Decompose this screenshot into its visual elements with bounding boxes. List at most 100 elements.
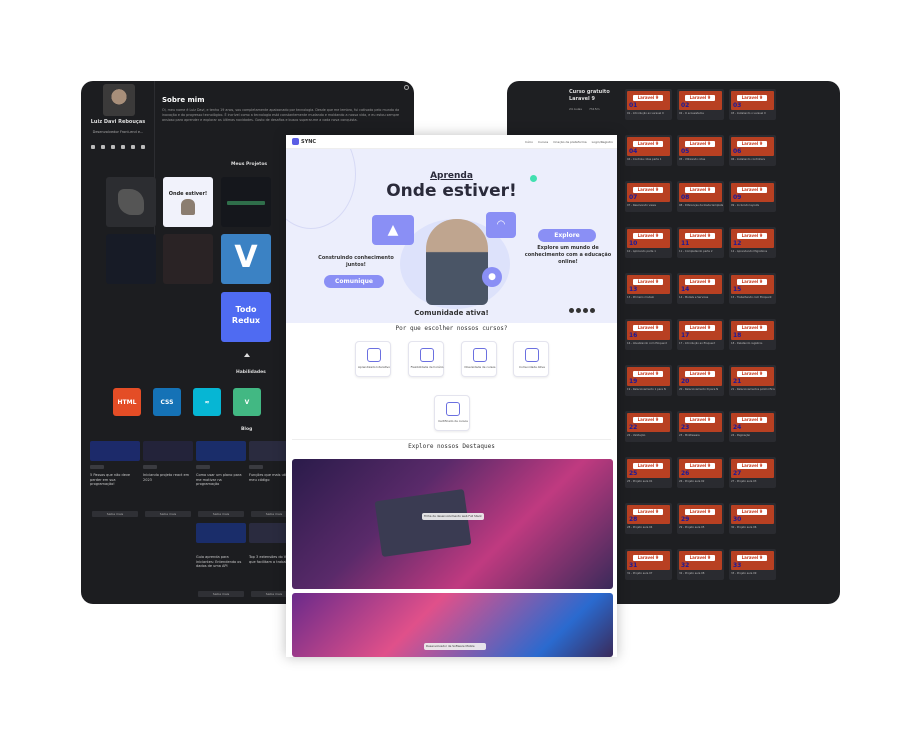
lesson-card[interactable]: Laravel 9 12 12 - Aprendendo Migrations (729, 227, 776, 258)
lesson-title: 02 - O ecossistema (679, 112, 704, 115)
lesson-number: 04 (629, 148, 638, 155)
read-more-button[interactable]: Saiba mais (145, 511, 191, 517)
lesson-title: 31 - Projeto aula 07 (627, 572, 653, 575)
lesson-number: 28 (629, 516, 638, 523)
portfolio-showcase: Luiz Davi Rebouças Desenvolvedor Front-e… (0, 0, 921, 739)
lesson-card[interactable]: Laravel 9 08 08 - Diferenças de blade temp… (677, 181, 724, 212)
highlight-image[interactable]: Desenvolvedor de Software Mobile (292, 593, 613, 657)
lesson-card[interactable]: Laravel 9 32 32 - Projeto aula 08 (677, 549, 724, 580)
highlight-image[interactable]: Trilha de desenvolvimento web Full Stack (292, 459, 613, 589)
lesson-card[interactable]: Laravel 9 15 15 - Trabalhando com Eloquent (729, 273, 776, 304)
lesson-card[interactable]: Laravel 9 24 24 - Paginação (729, 411, 776, 442)
chevron-up-icon[interactable] (244, 353, 250, 357)
avatar (103, 84, 135, 116)
facebook-icon[interactable] (576, 308, 581, 313)
lesson-card[interactable]: Laravel 9 06 06 - Instalando controllers (729, 135, 776, 166)
blog-cover[interactable] (196, 441, 246, 461)
instagram-icon[interactable] (569, 308, 574, 313)
lesson-card[interactable]: Laravel 9 04 04 - Controle rotas parte 1 (625, 135, 672, 166)
project-card-title: Onde estiver! (168, 191, 208, 197)
lesson-card[interactable]: Laravel 9 01 01 - Introdução ao Laravel 9 (625, 89, 672, 120)
lesson-card[interactable]: Laravel 9 31 31 - Projeto aula 07 (625, 549, 672, 580)
read-more-button[interactable]: Saiba mais (198, 591, 244, 597)
read-more-button[interactable]: Saiba mais (198, 511, 244, 517)
lesson-card[interactable]: Laravel 9 26 26 - Projeto aula 02 (677, 457, 724, 488)
lesson-card[interactable]: Laravel 9 20 20 - Relacionamento N para N (677, 365, 724, 396)
lesson-card[interactable]: Laravel 9 13 13 - Primeiro modelo (625, 273, 672, 304)
lesson-card[interactable]: Laravel 9 16 16 - Atualizando com Eloquent (625, 319, 672, 350)
feature-card: Flexibilidade de horário (408, 341, 444, 377)
explore-button[interactable]: Explore (538, 229, 596, 242)
lesson-number: 06 (733, 148, 742, 155)
lesson-card[interactable]: Laravel 9 18 18 - Deletando registros (729, 319, 776, 350)
todo-redux-card[interactable]: Todo Redux (221, 292, 271, 342)
theme-toggle-icon[interactable] (404, 85, 409, 90)
blog-cover[interactable] (196, 523, 246, 543)
nav-item-courses[interactable]: Cursos (538, 140, 548, 144)
lesson-card[interactable]: Laravel 9 07 07 - Resolvendo views (625, 181, 672, 212)
logo[interactable]: SYNC (292, 138, 316, 145)
lesson-course-label: Laravel 9 (685, 463, 715, 469)
lesson-course-label: Laravel 9 (737, 233, 767, 239)
lesson-card[interactable]: Laravel 9 29 29 - Projeto aula 05 (677, 503, 724, 534)
about-title: Sobre mim (162, 96, 205, 104)
lesson-title: 26 - Projeto aula 02 (679, 480, 705, 483)
email-icon[interactable] (91, 145, 95, 149)
lesson-number: 21 (733, 378, 742, 385)
lesson-card[interactable]: Laravel 9 17 17 - Introdução ao Eloquent (677, 319, 724, 350)
blog-cover[interactable] (143, 441, 193, 461)
hero-headline: Onde estiver! (386, 181, 517, 201)
lesson-title: 24 - Paginação (731, 434, 751, 437)
lesson-card[interactable]: Laravel 9 14 14 - Models e Services (677, 273, 724, 304)
linkedin-icon[interactable] (121, 145, 125, 149)
lesson-course-label: Laravel 9 (737, 509, 767, 515)
lesson-card[interactable]: Laravel 9 28 28 - Projeto aula 04 (625, 503, 672, 534)
lesson-card[interactable]: Laravel 9 25 25 - Projeto aula 01 (625, 457, 672, 488)
lesson-number: 27 (733, 470, 742, 477)
lesson-title: 07 - Resolvendo views (627, 204, 656, 207)
lesson-card[interactable]: Laravel 9 33 33 - Projeto aula 09 (729, 549, 776, 580)
lesson-card[interactable]: Laravel 9 03 03 - Instalando o Laravel 9 (729, 89, 776, 120)
nav-item-platform[interactable]: Criação de plataforma (553, 140, 586, 144)
communicate-button[interactable]: Comunique (324, 275, 384, 288)
lesson-card[interactable]: Laravel 9 05 05 - Utilizando rotas (677, 135, 724, 166)
twitter-icon[interactable] (583, 308, 588, 313)
lesson-card[interactable]: Laravel 9 27 27 - Projeto aula 03 (729, 457, 776, 488)
github-icon[interactable] (111, 145, 115, 149)
lesson-card[interactable]: Laravel 9 10 10 - Aplicando parte 1 (625, 227, 672, 258)
course-name: Laravel 9 (569, 96, 595, 102)
project-card[interactable] (163, 234, 213, 284)
lesson-card[interactable]: Laravel 9 30 30 - Projeto aula 06 (729, 503, 776, 534)
blog-cover[interactable] (90, 441, 140, 461)
lesson-title: 33 - Projeto aula 09 (731, 572, 757, 575)
project-card[interactable] (106, 234, 156, 284)
phone-icon[interactable] (101, 145, 105, 149)
project-card[interactable] (221, 177, 271, 227)
nav-item-home[interactable]: Início (525, 140, 533, 144)
lesson-course-label: Laravel 9 (685, 325, 715, 331)
instagram-icon[interactable] (131, 145, 135, 149)
lesson-title: 09 - Incluindo layouts (731, 204, 759, 207)
lesson-card[interactable]: Laravel 9 19 19 - Relacionamento 1 para N (625, 365, 672, 396)
css-icon: CSS (153, 388, 181, 416)
lesson-card[interactable]: Laravel 9 21 21 - Relacionamentos polimórf… (729, 365, 776, 396)
lesson-course-label: Laravel 9 (633, 417, 663, 423)
project-card[interactable]: V (221, 234, 271, 284)
lesson-number: 22 (629, 424, 638, 431)
lesson-card[interactable]: Laravel 9 02 02 - O ecossistema (677, 89, 724, 120)
lesson-card[interactable]: Laravel 9 11 11 - Completando parte 2 (677, 227, 724, 258)
project-card[interactable] (106, 177, 156, 227)
lesson-card[interactable]: Laravel 9 22 22 - Validação (625, 411, 672, 442)
nav-item-login[interactable]: Login/Registro (592, 140, 613, 144)
lesson-course-label: Laravel 9 (633, 325, 663, 331)
project-card[interactable]: Onde estiver! (163, 177, 213, 227)
read-more-button[interactable]: Saiba mais (92, 511, 138, 517)
lesson-card[interactable]: Laravel 9 23 23 - Middleware (677, 411, 724, 442)
lightbulb-icon: ● (482, 267, 502, 287)
course-label: Curso gratuito (569, 89, 610, 95)
lesson-number: 23 (681, 424, 690, 431)
lesson-card[interactable]: Laravel 9 09 09 - Incluindo layouts (729, 181, 776, 212)
youtube-icon[interactable] (590, 308, 595, 313)
mail-icon[interactable] (141, 145, 145, 149)
lesson-number: 29 (681, 516, 690, 523)
